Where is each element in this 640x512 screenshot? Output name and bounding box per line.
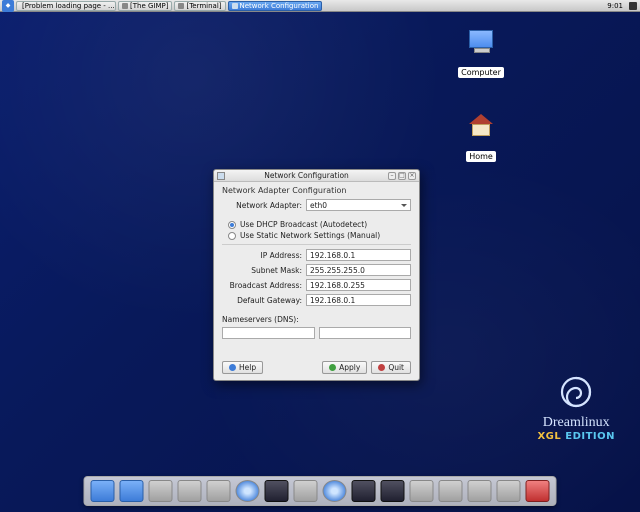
- tray-icon[interactable]: [629, 2, 637, 10]
- ip-label: IP Address:: [222, 251, 302, 260]
- apply-button[interactable]: Apply: [322, 361, 367, 374]
- home-icon: [465, 114, 497, 142]
- quit-icon: [378, 364, 385, 371]
- dock-item[interactable]: [526, 480, 550, 502]
- taskbar-button-label: Network Configuration: [240, 2, 319, 10]
- dock-item[interactable]: [265, 480, 289, 502]
- ip-input[interactable]: 192.168.0.1: [306, 249, 411, 261]
- brand-logo: Dreamlinux XGL EDITION: [537, 371, 615, 442]
- maximize-button[interactable]: □: [398, 172, 406, 180]
- button-label: Apply: [339, 363, 360, 372]
- separator: [222, 244, 411, 245]
- start-menu-button[interactable]: ◆: [2, 0, 14, 12]
- brand-name: Dreamlinux: [537, 415, 615, 431]
- dock: [84, 476, 557, 506]
- bcast-input[interactable]: 192.168.0.255: [306, 279, 411, 291]
- ns-input-1[interactable]: [222, 327, 315, 339]
- ns-label: Nameservers (DNS):: [222, 315, 411, 324]
- apply-icon: [329, 364, 336, 371]
- mask-label: Subnet Mask:: [222, 266, 302, 275]
- window-icon: [232, 3, 238, 9]
- clock: 9:01: [604, 2, 626, 10]
- radio-label: Use Static Network Settings (Manual): [240, 231, 380, 240]
- desktop-icon-label: Home: [466, 151, 496, 162]
- taskbar-button-active[interactable]: Network Configuration: [228, 1, 323, 11]
- taskbar-button[interactable]: [Problem loading page - ...: [16, 1, 116, 11]
- swirl-icon: [555, 371, 597, 413]
- dock-item[interactable]: [323, 480, 347, 502]
- adapter-value: eth0: [310, 201, 327, 210]
- radio-icon: [228, 221, 236, 229]
- window-icon: [122, 3, 128, 9]
- dock-item[interactable]: [178, 480, 202, 502]
- app-icon: [217, 172, 225, 180]
- dock-item[interactable]: [236, 480, 260, 502]
- gw-input[interactable]: 192.168.0.1: [306, 294, 411, 306]
- window-title: Network Configuration: [227, 171, 386, 180]
- mask-input[interactable]: 255.255.255.0: [306, 264, 411, 276]
- dock-item[interactable]: [120, 480, 144, 502]
- radio-dhcp[interactable]: Use DHCP Broadcast (Autodetect): [228, 220, 411, 229]
- titlebar[interactable]: Network Configuration – □ ×: [214, 170, 419, 182]
- radio-icon: [228, 232, 236, 240]
- help-button[interactable]: Help: [222, 361, 263, 374]
- network-config-window: Network Configuration – □ × Network Adap…: [213, 169, 420, 381]
- dock-item[interactable]: [149, 480, 173, 502]
- dock-item[interactable]: [381, 480, 405, 502]
- taskbar-button-label: [The GIMP]: [130, 2, 168, 10]
- desktop-icon-home[interactable]: Home: [455, 114, 507, 163]
- ns-input-2[interactable]: [319, 327, 412, 339]
- minimize-button[interactable]: –: [388, 172, 396, 180]
- desktop-icon-computer[interactable]: Computer: [455, 30, 507, 79]
- dock-item[interactable]: [497, 480, 521, 502]
- taskbar-button-label: [Terminal]: [186, 2, 221, 10]
- gw-label: Default Gateway:: [222, 296, 302, 305]
- desktop-icon-label: Computer: [458, 67, 504, 78]
- dock-item[interactable]: [91, 480, 115, 502]
- window-icon: [178, 3, 184, 9]
- taskbar-button-label: [Problem loading page - ...: [22, 2, 115, 10]
- quit-button[interactable]: Quit: [371, 361, 411, 374]
- adapter-select[interactable]: eth0: [306, 199, 411, 211]
- bcast-label: Broadcast Address:: [222, 281, 302, 290]
- button-label: Quit: [388, 363, 404, 372]
- dock-item[interactable]: [410, 480, 434, 502]
- taskbar-button[interactable]: [The GIMP]: [118, 1, 172, 11]
- adapter-label: Network Adapter:: [222, 201, 302, 210]
- computer-icon: [465, 30, 497, 58]
- dock-item[interactable]: [468, 480, 492, 502]
- dock-item[interactable]: [207, 480, 231, 502]
- window-body: Network Adapter Configuration Network Ad…: [214, 182, 419, 380]
- dock-item[interactable]: [439, 480, 463, 502]
- help-icon: [229, 364, 236, 371]
- brand-edition: XGL EDITION: [537, 431, 615, 442]
- taskbar-button[interactable]: [Terminal]: [174, 1, 225, 11]
- taskbar: ◆ [Problem loading page - ... [The GIMP]…: [0, 0, 640, 12]
- close-button[interactable]: ×: [408, 172, 416, 180]
- radio-label: Use DHCP Broadcast (Autodetect): [240, 220, 367, 229]
- dock-item[interactable]: [352, 480, 376, 502]
- section-heading: Network Adapter Configuration: [222, 186, 411, 195]
- dock-item[interactable]: [294, 480, 318, 502]
- radio-static[interactable]: Use Static Network Settings (Manual): [228, 231, 411, 240]
- button-label: Help: [239, 363, 256, 372]
